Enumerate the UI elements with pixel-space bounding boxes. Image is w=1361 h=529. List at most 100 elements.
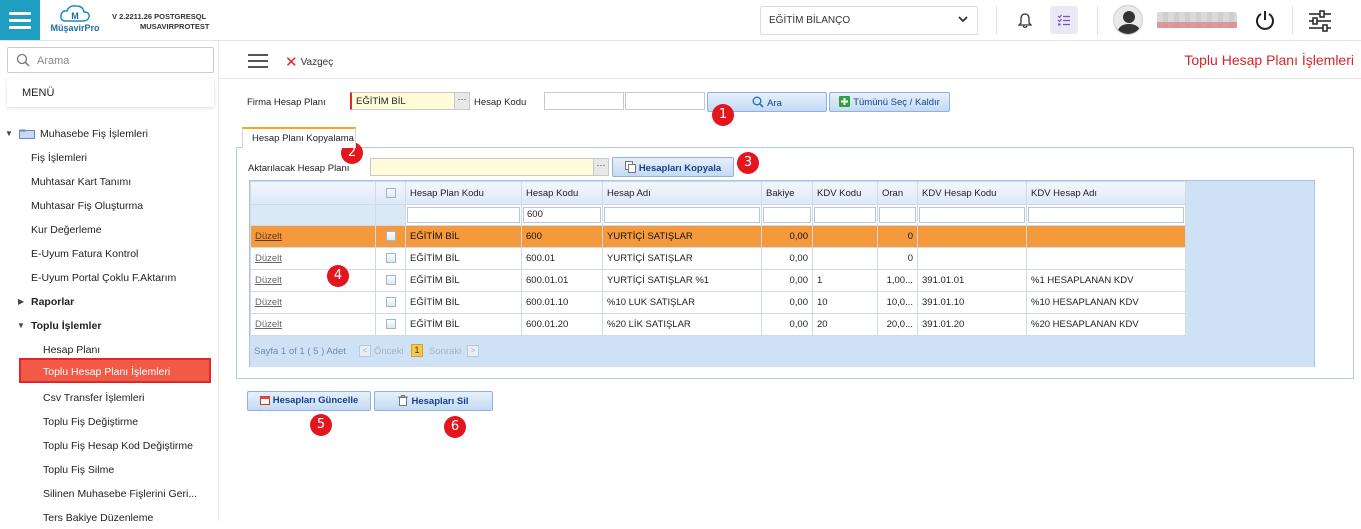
- tab-hesap-plani-kopyalama[interactable]: Hesap Planı Kopyalama: [242, 127, 356, 148]
- hamburger-menu-icon[interactable]: [248, 54, 268, 68]
- hesap-kodu-from-input[interactable]: [544, 92, 624, 110]
- update-accounts-button[interactable]: Hesapları Güncelle: [247, 391, 371, 411]
- filter-kdv-hesap-adi[interactable]: [1026, 204, 1186, 226]
- column-header-bakiye[interactable]: Bakiye: [761, 181, 813, 205]
- table-row[interactable]: Düzelt EĞİTİM BİL 600.01.20 %20 LİK SATIŞLA…: [250, 313, 1186, 336]
- copy-accounts-button[interactable]: Hesapları Kopyala: [612, 157, 734, 177]
- sidebar-item-toplu-fis-silme[interactable]: Toplu Fiş Silme: [0, 459, 219, 481]
- sidebar-item-muhtasar-fis-olusturma[interactable]: Muhtasar Fiş Oluşturma: [0, 195, 219, 217]
- row-checkbox[interactable]: [385, 253, 396, 264]
- row-checkbox[interactable]: [385, 231, 396, 242]
- column-header-kdv-kodu[interactable]: KDV Kodu: [812, 181, 878, 205]
- sidebar-item-csv-transfer[interactable]: Csv Transfer İşlemleri: [0, 387, 219, 409]
- svg-text:M: M: [71, 11, 79, 21]
- column-header-kdv-hesap-kodu[interactable]: KDV Hesap Kodu: [917, 181, 1027, 205]
- task-list-icon[interactable]: [1050, 6, 1078, 34]
- filter-cell-empty: [250, 204, 376, 226]
- cell-hesap-plan-kodu: EĞİTİM BİL: [405, 247, 522, 270]
- cell-hesap-kodu: 600.01.01: [521, 269, 603, 292]
- column-header-oran[interactable]: Oran: [877, 181, 918, 205]
- ellipsis-icon[interactable]: ···: [593, 158, 609, 176]
- pager-info: Sayfa 1 of 1 ( 5 ) Adet: [254, 346, 346, 357]
- cancel-button[interactable]: ✕ Vazgeç: [285, 53, 333, 71]
- aktarilacak-hesap-plani-label: Aktarılacak Hesap Planı: [248, 163, 350, 174]
- edit-link[interactable]: Düzelt: [255, 253, 282, 264]
- edit-link[interactable]: Düzelt: [255, 297, 282, 308]
- update-button-label: Hesapları Güncelle: [272, 395, 359, 406]
- sidebar-item-muhtasar-kart-tanimi[interactable]: Muhtasar Kart Tanımı: [0, 171, 219, 193]
- settings-sliders-icon[interactable]: [1306, 7, 1334, 35]
- sidebar-item-raporlar[interactable]: ▶ Raporlar: [0, 291, 219, 313]
- filter-hesap-plan-kodu[interactable]: [405, 204, 522, 226]
- sidebar-item-ters-bakiye[interactable]: Ters Bakiye Düzenleme: [0, 507, 219, 529]
- sidebar-item-toplu-fis-degistirme[interactable]: Toplu Fiş Değiştirme: [0, 411, 219, 433]
- cell-kdv-kodu: [812, 225, 878, 248]
- prev-page-button[interactable]: Önceki: [374, 346, 404, 357]
- prev-page-icon[interactable]: <: [359, 345, 371, 357]
- edit-link[interactable]: Düzelt: [250, 291, 376, 314]
- table-row[interactable]: Düzelt EĞİTİM BİL 600.01.01 YURTİÇİ SATIŞLA…: [250, 269, 1186, 292]
- column-header-hesap-adi[interactable]: Hesap Adı: [602, 181, 762, 205]
- power-icon[interactable]: [1253, 8, 1277, 32]
- firma-hesap-plani-input[interactable]: EĞİTİM BİL: [350, 92, 456, 110]
- table-row[interactable]: Düzelt EĞİTİM BİL 600.01 YURTİÇİ SATIŞLAR 0,…: [250, 247, 1186, 270]
- edit-link[interactable]: Düzelt: [250, 247, 376, 270]
- filter-hesap-kodu[interactable]: 600: [521, 204, 603, 226]
- next-page-button[interactable]: Sonraki: [429, 346, 461, 357]
- hesap-kodu-to-input[interactable]: [625, 92, 705, 110]
- aktarilacak-hesap-plani-input[interactable]: [370, 158, 595, 176]
- delete-accounts-button[interactable]: Hesapları Sil: [374, 391, 493, 411]
- sidebar-item-toplu-fis-hesap-kod[interactable]: Toplu Fiş Hesap Kod Değiştirme: [0, 435, 219, 457]
- filter-hesap-adi[interactable]: [602, 204, 762, 226]
- user-avatar[interactable]: [1113, 5, 1143, 35]
- table-row[interactable]: Düzelt EĞİTİM BİL 600 YURTİÇİ SATIŞLAR 0,00 0: [250, 225, 1186, 248]
- sidebar-item-toplu-islemler[interactable]: ▼ Toplu İşlemler: [0, 315, 219, 337]
- search-placeholder: Arama: [37, 55, 70, 67]
- filter-bakiye[interactable]: [761, 204, 813, 226]
- cell-hesap-adi: YURTİÇİ SATIŞLAR: [602, 225, 762, 248]
- sidebar-item-label: Silinen Muhasebe Fişlerini Geri...: [43, 488, 198, 500]
- edit-link[interactable]: Düzelt: [255, 319, 282, 330]
- sidebar-item-e-uyum-portal[interactable]: E-Uyum Portal Çoklu F.Aktarım: [0, 267, 219, 289]
- sidebar-item-kur-degerleme[interactable]: Kur Değerleme: [0, 219, 219, 241]
- ellipsis-icon[interactable]: ···: [454, 92, 470, 110]
- row-checkbox[interactable]: [385, 275, 396, 286]
- select-all-button[interactable]: Tümünü Seç / Kaldır: [829, 92, 950, 112]
- select-all-checkbox[interactable]: [385, 187, 396, 198]
- table-row[interactable]: Düzelt EĞİTİM BİL 600.01.10 %10 LUK SATIŞLA…: [250, 291, 1186, 314]
- column-header-hesap-plan-kodu[interactable]: Hesap Plan Kodu: [405, 181, 522, 205]
- row-checkbox-cell[interactable]: [375, 247, 406, 270]
- row-checkbox-cell[interactable]: [375, 225, 406, 248]
- sidebar-item-fis-islemleri[interactable]: Fiş İşlemleri: [0, 147, 219, 169]
- cell-hesap-adi: %20 LİK SATIŞLAR: [602, 313, 762, 336]
- filter-hesap-kodu-input[interactable]: 600: [523, 207, 601, 223]
- company-select[interactable]: EĞİTİM BİLANÇO: [760, 6, 978, 35]
- edit-link[interactable]: Düzelt: [250, 225, 376, 248]
- filter-kdv-kodu[interactable]: [812, 204, 878, 226]
- edit-link[interactable]: Düzelt: [250, 313, 376, 336]
- cell-hesap-plan-kodu: EĞİTİM BİL: [405, 225, 522, 248]
- sidebar-item-muhasebe-fis-islemleri[interactable]: ▼ Muhasebe Fiş İşlemleri: [0, 123, 219, 145]
- current-page[interactable]: 1: [411, 344, 423, 357]
- column-header-select[interactable]: [375, 181, 406, 205]
- row-checkbox-cell[interactable]: [375, 313, 406, 336]
- row-checkbox[interactable]: [385, 319, 396, 330]
- filter-kdv-hesap-kodu[interactable]: [917, 204, 1027, 226]
- row-checkbox-cell[interactable]: [375, 291, 406, 314]
- row-checkbox-cell[interactable]: [375, 269, 406, 292]
- column-header-hesap-kodu[interactable]: Hesap Kodu: [521, 181, 603, 205]
- edit-link[interactable]: Düzelt: [255, 231, 282, 242]
- column-header-kdv-hesap-adi[interactable]: KDV Hesap Adı: [1026, 181, 1186, 205]
- edit-link[interactable]: Düzelt: [250, 269, 376, 292]
- notification-bell-icon[interactable]: [1010, 6, 1040, 35]
- filter-oran[interactable]: [877, 204, 918, 226]
- menu-search-input[interactable]: Arama: [7, 47, 214, 73]
- edit-link[interactable]: Düzelt: [255, 275, 282, 286]
- cell-oran: 0: [877, 225, 918, 248]
- row-checkbox[interactable]: [385, 297, 396, 308]
- sidebar-item-silinen-fisler[interactable]: Silinen Muhasebe Fişlerini Geri...: [0, 483, 219, 505]
- main-menu-toggle-button[interactable]: [0, 0, 40, 40]
- next-page-icon[interactable]: >: [467, 345, 479, 357]
- sidebar-item-toplu-hesap-plani-islemleri[interactable]: Toplu Hesap Planı İşlemleri: [19, 358, 211, 383]
- sidebar-item-e-uyum-fatura-kontrol[interactable]: E-Uyum Fatura Kontrol: [0, 243, 219, 265]
